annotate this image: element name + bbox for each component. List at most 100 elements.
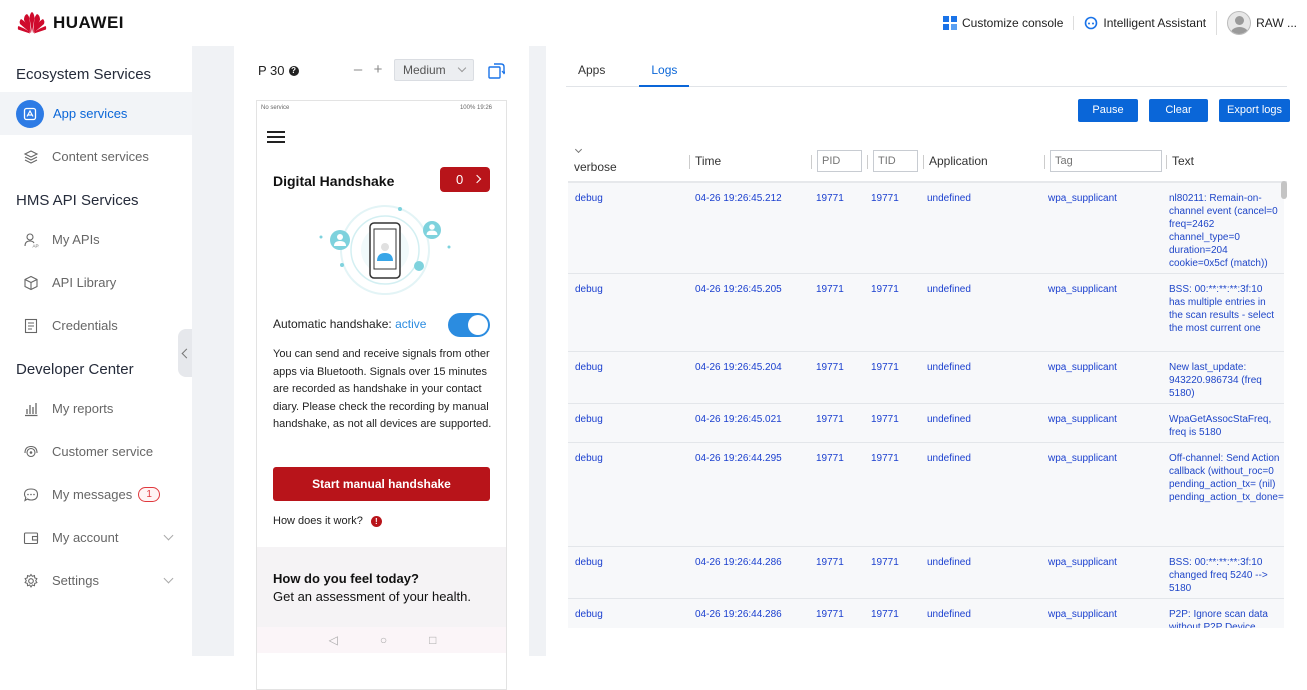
app-title: Digital Handshake bbox=[273, 173, 395, 189]
column-divider bbox=[811, 155, 812, 169]
log-pid-cell: 19771 bbox=[816, 414, 844, 425]
sidebar-item-app-services[interactable]: App services bbox=[0, 92, 192, 135]
sidebar-item-label: My messages bbox=[52, 487, 133, 502]
screen-size-value: Medium bbox=[403, 63, 446, 77]
log-panel: Apps Logs Pause Clear Export logs verbos… bbox=[546, 46, 1307, 656]
sidebar-item-label: Settings bbox=[52, 573, 99, 588]
log-application-cell: undefined bbox=[927, 193, 971, 204]
app-services-icon bbox=[16, 99, 44, 128]
log-time-cell: 04-26 19:26:44.286 bbox=[695, 609, 782, 620]
sidebar-item-my-reports[interactable]: My reports bbox=[0, 387, 192, 430]
log-level-cell: debug bbox=[575, 414, 603, 425]
log-level-cell: debug bbox=[575, 193, 603, 204]
phone-status-bar: No service 100% 19:26 bbox=[257, 101, 506, 115]
log-application-cell: undefined bbox=[927, 362, 971, 373]
sidebar-item-api-library[interactable]: API Library bbox=[0, 261, 192, 304]
log-level-select[interactable]: verbose bbox=[568, 141, 656, 181]
gear-icon bbox=[22, 572, 40, 590]
column-divider bbox=[1044, 155, 1045, 169]
log-pid-cell: 19771 bbox=[816, 193, 844, 204]
log-pid-cell: 19771 bbox=[816, 284, 844, 295]
tab-logs[interactable]: Logs bbox=[639, 56, 690, 87]
zoom-out-button[interactable]: – bbox=[350, 60, 366, 80]
pid-filter-input[interactable] bbox=[817, 150, 862, 172]
table-row[interactable]: debug 04-26 19:26:45.205 19771 19771 undefin… bbox=[568, 274, 1284, 352]
log-text-cell: nl80211: Remain-on-channel event (cancel… bbox=[1169, 193, 1278, 269]
menu-icon[interactable] bbox=[267, 131, 285, 143]
wallet-icon bbox=[22, 529, 40, 547]
user-menu[interactable]: RAW ... bbox=[1216, 11, 1307, 35]
nav-back-icon[interactable]: ◁ bbox=[329, 633, 338, 647]
automatic-handshake-label: Automatic handshake: bbox=[273, 317, 392, 331]
zoom-in-button[interactable]: + bbox=[370, 60, 386, 80]
tid-filter-input[interactable] bbox=[873, 150, 918, 172]
huawei-flower-icon bbox=[17, 12, 47, 34]
customize-console-link[interactable]: Customize console bbox=[933, 16, 1073, 30]
document-icon bbox=[22, 317, 40, 335]
avatar bbox=[1227, 11, 1252, 35]
log-level-cell: debug bbox=[575, 362, 603, 373]
tab-apps[interactable]: Apps bbox=[566, 56, 617, 87]
log-pid-cell: 19771 bbox=[816, 362, 844, 373]
chevron-right-icon bbox=[472, 174, 482, 184]
tag-filter-input[interactable] bbox=[1050, 150, 1162, 172]
handshake-illustration bbox=[319, 205, 451, 295]
log-table-body[interactable]: debug 04-26 19:26:45.212 19771 19771 undefin… bbox=[568, 183, 1284, 628]
intelligent-assistant-link[interactable]: Intelligent Assistant bbox=[1073, 16, 1216, 30]
log-application-cell: undefined bbox=[927, 284, 971, 295]
log-tag-cell: wpa_supplicant bbox=[1048, 453, 1117, 464]
sidebar-item-credentials[interactable]: Credentials bbox=[0, 304, 192, 347]
sidebar-item-my-account[interactable]: My account bbox=[0, 516, 192, 559]
table-row[interactable]: debug 04-26 19:26:44.295 19771 19771 undefin… bbox=[568, 443, 1284, 547]
table-row[interactable]: debug 04-26 19:26:45.204 19771 19771 undefin… bbox=[568, 352, 1284, 404]
sidebar-item-label: My reports bbox=[52, 401, 114, 416]
sidebar-item-customer-service[interactable]: Customer service bbox=[0, 430, 192, 473]
table-row[interactable]: debug 04-26 19:26:45.212 19771 19771 undefin… bbox=[568, 183, 1284, 274]
section-hms-api-services: HMS API Services bbox=[16, 192, 139, 209]
sidebar-item-my-messages[interactable]: My messages 1 bbox=[0, 473, 192, 516]
nav-home-icon[interactable]: ○ bbox=[380, 633, 387, 647]
column-text: Text bbox=[1172, 154, 1195, 168]
pause-button[interactable]: Pause bbox=[1078, 99, 1138, 122]
chevron-down-icon bbox=[163, 573, 174, 584]
start-manual-handshake-button[interactable]: Start manual handshake bbox=[273, 467, 490, 501]
handshake-counter[interactable]: 0 bbox=[440, 167, 490, 192]
log-level-cell: debug bbox=[575, 609, 603, 620]
chevron-left-icon bbox=[181, 348, 192, 358]
headset-icon bbox=[22, 443, 40, 461]
sidebar-item-settings[interactable]: Settings bbox=[0, 559, 192, 602]
phone-nav-bar: ◁ ○ □ bbox=[257, 627, 506, 653]
log-scrollbar[interactable] bbox=[1281, 181, 1287, 199]
log-time-cell: 04-26 19:26:45.205 bbox=[695, 284, 782, 295]
sidebar-item-my-apis[interactable]: API My APIs bbox=[0, 218, 192, 261]
how-does-it-work-link[interactable]: How does it work? ! bbox=[273, 515, 382, 527]
screen-size-select[interactable]: Medium bbox=[394, 59, 474, 81]
health-card-title: How do you feel today? bbox=[273, 571, 419, 586]
table-row[interactable]: debug 04-26 19:26:44.286 19771 19771 undefin… bbox=[568, 547, 1284, 599]
sidebar-collapse-button[interactable] bbox=[178, 329, 192, 377]
device-model: P 30 ? bbox=[258, 63, 299, 78]
nav-recents-icon[interactable]: □ bbox=[429, 633, 436, 647]
help-icon[interactable]: ? bbox=[288, 65, 299, 76]
column-divider bbox=[867, 155, 868, 169]
export-logs-button[interactable]: Export logs bbox=[1219, 99, 1290, 122]
log-text-cell: BSS: 00:**:**:**:3f:10 changed freq 5240… bbox=[1169, 557, 1268, 594]
log-tid-cell: 19771 bbox=[871, 453, 899, 464]
health-assessment-card[interactable]: How do you feel today? Get an assessment… bbox=[257, 547, 506, 627]
rotate-screen-icon[interactable] bbox=[488, 62, 505, 79]
table-row[interactable]: debug 04-26 19:26:45.021 19771 19771 undefin… bbox=[568, 404, 1284, 443]
automatic-handshake-toggle[interactable] bbox=[448, 313, 490, 337]
device-model-label: P 30 bbox=[258, 63, 285, 78]
svg-text:API: API bbox=[33, 243, 40, 248]
huawei-logo[interactable]: HUAWEI bbox=[17, 12, 124, 34]
clear-button[interactable]: Clear bbox=[1149, 99, 1208, 122]
sidebar-item-content-services[interactable]: Content services bbox=[0, 135, 192, 178]
table-row[interactable]: debug 04-26 19:26:44.286 19771 19771 undefin… bbox=[568, 599, 1284, 628]
log-time-cell: 04-26 19:26:44.295 bbox=[695, 453, 782, 464]
chat-icon bbox=[22, 486, 40, 504]
log-application-cell: undefined bbox=[927, 609, 971, 620]
log-tid-cell: 19771 bbox=[871, 362, 899, 373]
log-tag-cell: wpa_supplicant bbox=[1048, 193, 1117, 204]
phone-screen[interactable]: No service 100% 19:26 Digital Handshake … bbox=[256, 100, 507, 690]
info-icon: ! bbox=[370, 515, 382, 527]
